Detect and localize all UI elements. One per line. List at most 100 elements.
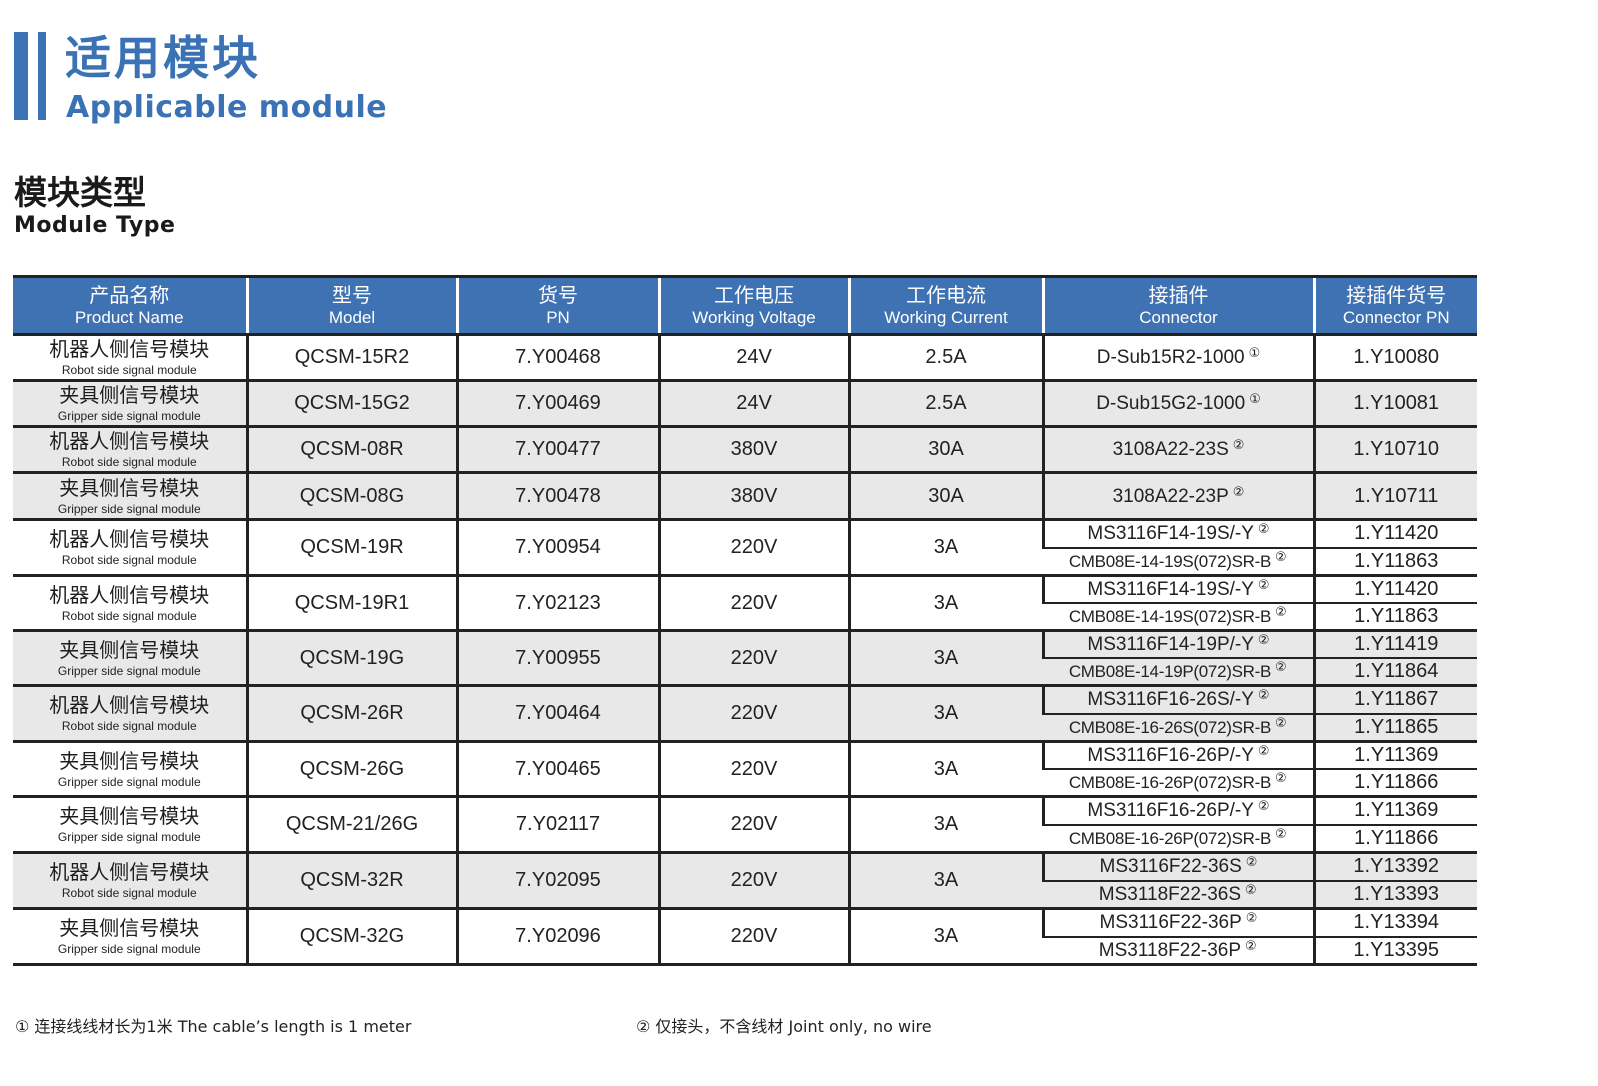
connector-note-mark: ② bbox=[1245, 855, 1258, 871]
connector-cell: D-Sub15R2-1000 ① bbox=[1041, 334, 1314, 382]
pn-value: 7.Y02123 bbox=[515, 591, 601, 614]
model-value: QCSM-08R bbox=[300, 438, 404, 460]
connector-cell: MS3116F14-19S/-Y ② bbox=[1041, 519, 1314, 549]
voltage-value: 380V bbox=[730, 484, 778, 507]
connector-cell: MS3116F16-26P/-Y ② bbox=[1041, 796, 1314, 826]
connector-pn-cell: 1.Y11866 bbox=[1312, 824, 1477, 854]
connector-name: 3108A22-23S bbox=[1112, 439, 1229, 460]
column-header-cn: 工作电流 bbox=[906, 282, 986, 307]
pn-value: 7.Y02096 bbox=[515, 925, 601, 947]
connector-pn-cell: 1.Y11419 bbox=[1312, 630, 1477, 659]
current-cell: 2.5A bbox=[847, 380, 1043, 428]
model-cell: QCSM-08G bbox=[245, 472, 457, 521]
connector-pn-cell: 1.Y11369 bbox=[1312, 741, 1477, 770]
title-accent-bar bbox=[14, 32, 28, 120]
column-header-en: Working Current bbox=[884, 307, 1008, 327]
product-name-cn: 夹具侧信号模块 bbox=[59, 637, 200, 662]
connector-pn-cell: 1.Y13395 bbox=[1312, 936, 1477, 966]
current-value: 3A bbox=[933, 702, 959, 724]
current-cell: 3A bbox=[847, 519, 1043, 577]
column-header-en: Model bbox=[328, 307, 376, 327]
column-header-cn: 接插件 bbox=[1148, 282, 1209, 307]
pn-cell: 7.Y02117 bbox=[455, 796, 659, 854]
product-name-cell: 机器人侧信号模块 Robot side signal module bbox=[13, 575, 247, 632]
connector-pn-value: 1.Y11864 bbox=[1354, 659, 1439, 682]
model-value: QCSM-19R1 bbox=[294, 591, 410, 614]
connector-note-mark: ② bbox=[1257, 577, 1270, 593]
connector-cell: D-Sub15G2-1000 ① bbox=[1041, 380, 1314, 428]
connector-note-mark: ② bbox=[1275, 605, 1287, 621]
product-name-cell: 夹具侧信号模块 Gripper side signal module bbox=[13, 741, 247, 798]
connector-name: CMB08E-16-26S(072)SR-B bbox=[1068, 718, 1272, 738]
column-header-en: Connector PN bbox=[1342, 307, 1450, 327]
model-cell: QCSM-32G bbox=[245, 908, 457, 966]
product-name-cn: 夹具侧信号模块 bbox=[59, 748, 200, 773]
connector-pn-cell: 1.Y13393 bbox=[1312, 880, 1477, 910]
product-name-en: Robot side signal module bbox=[61, 363, 197, 377]
column-header: 接插件 Connector bbox=[1041, 275, 1314, 336]
current-cell: 3A bbox=[847, 630, 1043, 687]
column-header: 工作电压 Working Voltage bbox=[657, 275, 849, 336]
connector-pn-value: 1.Y11865 bbox=[1354, 715, 1439, 738]
column-header-en: Working Voltage bbox=[692, 307, 816, 327]
model-value: QCSM-19G bbox=[299, 646, 405, 669]
pn-cell: 7.Y02095 bbox=[455, 852, 659, 910]
footnote-cable-length: ① 连接线线材长为1米 The cable’s length is 1 mete… bbox=[15, 1017, 412, 1036]
connector-note-mark: ② bbox=[1257, 632, 1270, 648]
current-cell: 3A bbox=[847, 741, 1043, 798]
connector-note-mark: ② bbox=[1257, 522, 1270, 538]
connector-pn-value: 1.Y11420 bbox=[1354, 577, 1439, 600]
connector-pn-cell: 1.Y11865 bbox=[1312, 713, 1477, 743]
pn-cell: 7.Y02096 bbox=[455, 908, 659, 966]
pn-value: 7.Y00464 bbox=[515, 702, 601, 724]
product-name-en: Gripper side signal module bbox=[57, 774, 201, 789]
voltage-value: 220V bbox=[730, 813, 778, 835]
section-title-cn: 模块类型 bbox=[14, 173, 146, 212]
connector-cell: 3108A22-23P ② bbox=[1041, 472, 1314, 521]
voltage-value: 220V bbox=[730, 925, 778, 947]
connector-pn-cell: 1.Y11420 bbox=[1312, 575, 1477, 604]
table-row: 机器人侧信号模块 Robot side signal module QCSM-19R… bbox=[13, 575, 1477, 632]
connector-pn-cell: 1.Y13394 bbox=[1312, 908, 1477, 938]
voltage-cell: 220V bbox=[657, 685, 849, 743]
title-accent-bar-thin bbox=[38, 32, 46, 120]
current-value: 3A bbox=[933, 925, 959, 947]
connector-name: D-Sub15G2-1000 bbox=[1096, 393, 1246, 414]
product-name-cell: 机器人侧信号模块 Robot side signal module bbox=[13, 685, 247, 743]
product-name-en: Robot side signal module bbox=[61, 455, 197, 469]
connector-pn-cell: 1.Y10081 bbox=[1312, 380, 1477, 428]
voltage-value: 24V bbox=[736, 346, 772, 368]
model-cell: QCSM-21/26G bbox=[245, 796, 457, 854]
table-row: 夹具侧信号模块 Gripper side signal module QCSM-21… bbox=[13, 796, 1477, 854]
connector-cell: MS3118F22-36P ② bbox=[1043, 936, 1314, 966]
connector-pn-value: 1.Y13394 bbox=[1353, 911, 1440, 934]
current-cell: 3A bbox=[847, 908, 1043, 966]
voltage-cell: 24V bbox=[657, 334, 849, 382]
current-value: 3A bbox=[933, 757, 959, 780]
model-value: QCSM-08G bbox=[299, 484, 405, 507]
connector-cell: MS3116F22-36S ② bbox=[1041, 852, 1314, 882]
table-row: 夹具侧信号模块 Gripper side signal module QCSM-15… bbox=[13, 380, 1477, 428]
model-cell: QCSM-26G bbox=[245, 741, 457, 798]
column-header-cn: 产品名称 bbox=[89, 282, 170, 307]
connector-name: 3108A22-23P bbox=[1112, 485, 1229, 507]
voltage-cell: 220V bbox=[657, 519, 849, 577]
connector-name: MS3116F16-26P/-Y bbox=[1087, 744, 1254, 766]
connector-note-mark: ② bbox=[1245, 882, 1257, 898]
product-name-cell: 机器人侧信号模块 Robot side signal module bbox=[13, 426, 247, 474]
product-name-en: Robot side signal module bbox=[61, 886, 197, 900]
voltage-value: 380V bbox=[730, 438, 778, 460]
pn-cell: 7.Y00469 bbox=[455, 380, 659, 428]
table-row: 夹具侧信号模块 Gripper side signal module QCSM-19… bbox=[13, 630, 1477, 687]
connector-pn-cell: 1.Y10711 bbox=[1312, 472, 1477, 521]
column-header: 货号 PN bbox=[455, 275, 659, 336]
product-name-cell: 夹具侧信号模块 Gripper side signal module bbox=[13, 908, 247, 966]
voltage-cell: 380V bbox=[657, 472, 849, 521]
connector-pn-cell: 1.Y11863 bbox=[1312, 547, 1477, 577]
product-name-cn: 夹具侧信号模块 bbox=[59, 475, 200, 500]
table-row: 机器人侧信号模块 Robot side signal module QCSM-32R… bbox=[13, 852, 1477, 910]
model-value: QCSM-32R bbox=[300, 869, 404, 891]
connector-name: MS3116F14-19S/-Y bbox=[1087, 578, 1254, 600]
connector-pn-value: 1.Y11863 bbox=[1354, 549, 1439, 572]
column-header-cn: 型号 bbox=[332, 282, 372, 307]
